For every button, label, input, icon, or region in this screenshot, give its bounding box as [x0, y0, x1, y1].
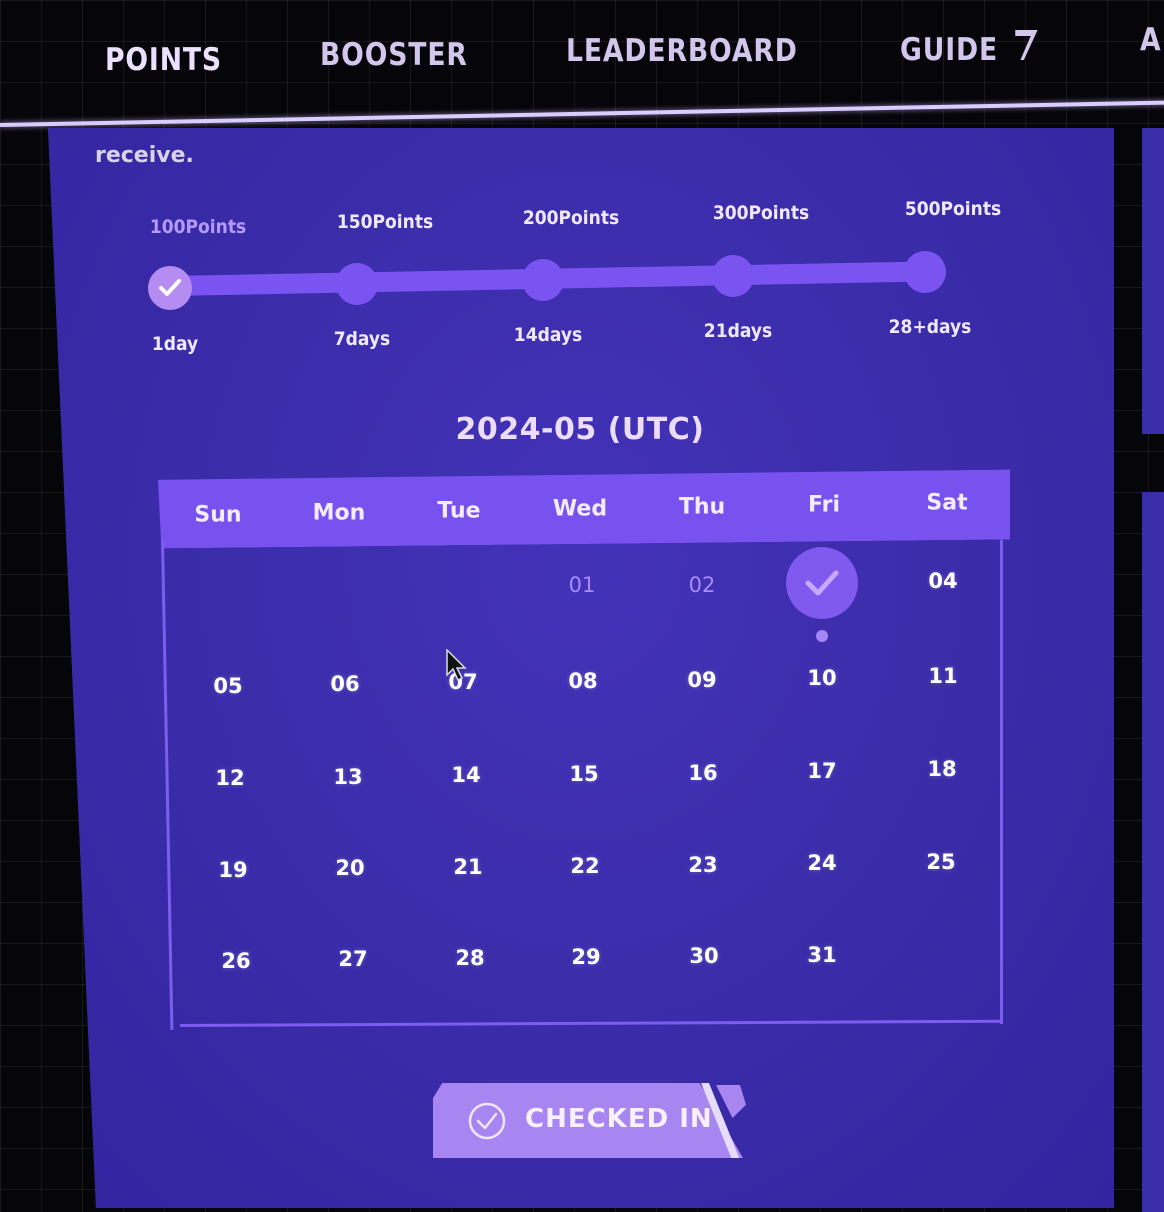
milestone-points: 150Points — [336, 211, 434, 233]
calendar-day[interactable]: 17 — [807, 759, 836, 783]
calendar-day[interactable]: 15 — [569, 762, 598, 786]
calendar-day[interactable]: 09 — [687, 668, 716, 692]
weekday-label: Fri — [807, 492, 841, 518]
checked-in-button[interactable]: CHECKED IN — [433, 1083, 746, 1158]
milestone-points: 100Points — [149, 216, 247, 238]
calendar-border — [1000, 540, 1003, 1024]
nav-leaderboard[interactable]: LEADERBOARD — [566, 33, 798, 69]
calendar-day[interactable]: 08 — [568, 669, 597, 693]
calendar-day[interactable]: 05 — [213, 674, 242, 698]
milestone-points: 500Points — [904, 198, 1002, 220]
calendar-day[interactable]: 12 — [215, 766, 244, 790]
calendar-day[interactable]: 11 — [928, 664, 957, 688]
weekday-label: Sun — [194, 502, 242, 528]
weekday-label: Mon — [312, 500, 366, 526]
check-icon — [805, 570, 839, 596]
nav-next[interactable]: A — [1140, 22, 1162, 58]
calendar-day[interactable]: 06 — [330, 672, 359, 696]
today-indicator — [816, 630, 828, 642]
calendar-day[interactable]: 20 — [335, 856, 364, 880]
checked-in-day[interactable] — [786, 547, 858, 619]
weekday-label: Thu — [678, 494, 726, 520]
milestone-days: 7days — [333, 328, 391, 350]
calendar-day[interactable]: 29 — [571, 945, 600, 969]
check-circle-icon — [467, 1101, 507, 1145]
intro-text: receive. — [95, 143, 194, 168]
calendar-day[interactable]: 13 — [333, 765, 362, 789]
calendar-day[interactable]: 10 — [807, 666, 836, 690]
calendar-day[interactable]: 24 — [807, 851, 836, 875]
calendar-day[interactable]: 04 — [928, 569, 957, 593]
calendar-day[interactable]: 27 — [338, 947, 367, 971]
milestone-points: 200Points — [522, 207, 620, 229]
calendar-day[interactable]: 16 — [688, 761, 717, 785]
milestone-days: 28+days — [888, 316, 972, 338]
calendar-day[interactable]: 22 — [570, 854, 599, 878]
milestone-node — [904, 251, 946, 293]
milestone-points: 300Points — [712, 202, 810, 224]
calendar-day[interactable]: 31 — [807, 943, 836, 967]
calendar-title: 2024-05 (UTC) — [455, 412, 705, 447]
milestone-node — [522, 259, 564, 301]
calendar-day[interactable]: 19 — [218, 858, 247, 882]
side-panel — [1142, 128, 1164, 434]
milestone-days: 21days — [703, 320, 773, 342]
calendar-day[interactable]: 01 — [569, 573, 596, 597]
milestone-node — [148, 266, 192, 310]
milestone-days: 1day — [151, 333, 199, 355]
weekday-label: Sat — [926, 490, 968, 516]
nav-points[interactable]: POINTS — [105, 42, 222, 78]
calendar-day[interactable]: 30 — [689, 944, 718, 968]
calendar-day[interactable]: 26 — [221, 949, 250, 973]
milestone-node — [336, 263, 378, 305]
mouse-cursor-icon — [446, 648, 468, 685]
side-panel-lower — [1142, 492, 1164, 1212]
checked-in-label: CHECKED IN — [525, 1104, 713, 1134]
weekday-label: Wed — [552, 496, 608, 522]
weekday-label: Tue — [437, 498, 481, 524]
milestone-node — [712, 255, 754, 297]
nav-guide[interactable]: GUIDE — [900, 26, 1039, 68]
calendar-day[interactable]: 02 — [689, 573, 716, 597]
calendar-day[interactable]: 21 — [453, 855, 482, 879]
nav-booster[interactable]: BOOSTER — [320, 37, 468, 73]
calendar-day[interactable]: 14 — [451, 763, 480, 787]
calendar-day[interactable]: 28 — [455, 946, 484, 970]
check-icon — [159, 279, 181, 296]
calendar-day[interactable]: 25 — [926, 850, 955, 874]
calendar-day[interactable]: 23 — [688, 853, 717, 877]
external-link-icon — [1012, 26, 1040, 68]
top-nav: POINTS BOOSTER LEADERBOARD GUIDE A — [0, 0, 1164, 118]
calendar-day[interactable]: 18 — [927, 757, 956, 781]
nav-guide-label: GUIDE — [900, 32, 999, 68]
milestone-days: 14days — [513, 324, 583, 346]
